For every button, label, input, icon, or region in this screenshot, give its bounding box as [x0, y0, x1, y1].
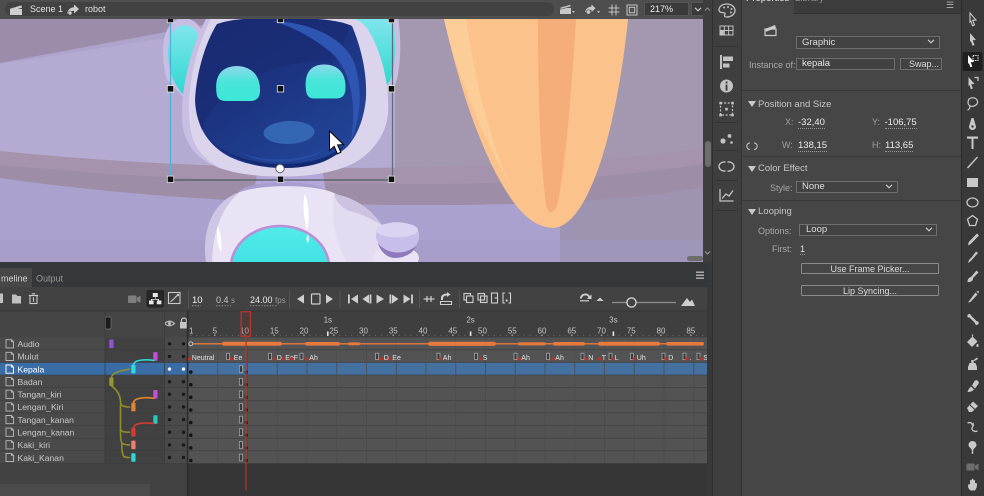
svg-text:1s: 1s: [324, 316, 332, 325]
svg-text:Lengan_Kiri: Lengan_Kiri: [18, 402, 64, 412]
svg-text:70: 70: [597, 327, 606, 336]
svg-text:15: 15: [270, 327, 279, 336]
svg-text:.: .: [689, 355, 691, 362]
svg-text:75: 75: [627, 327, 636, 336]
svg-text:D: D: [277, 355, 282, 362]
svg-text:3s: 3s: [609, 316, 617, 325]
svg-text:Ee: Ee: [234, 355, 243, 362]
svg-text:Ah: Ah: [309, 355, 318, 362]
svg-text:25: 25: [329, 327, 338, 336]
svg-text:55: 55: [508, 327, 517, 336]
svg-text:50: 50: [478, 327, 487, 336]
svg-text:Neutral: Neutral: [192, 355, 215, 362]
svg-text:45: 45: [448, 327, 457, 336]
svg-text:Ee: Ee: [392, 355, 401, 362]
svg-text:60: 60: [538, 327, 547, 336]
svg-text:S: S: [483, 355, 488, 362]
svg-text:0.4 s: 0.4 s: [216, 295, 235, 305]
svg-text:T: T: [602, 355, 607, 362]
svg-text:meline: meline: [1, 274, 28, 284]
svg-text:Ah: Ah: [555, 355, 564, 362]
svg-text:Ah: Ah: [521, 355, 530, 362]
svg-text:Tangan_kanan: Tangan_kanan: [18, 415, 75, 425]
svg-text:40: 40: [419, 327, 428, 336]
svg-text:80: 80: [657, 327, 666, 336]
svg-text:N: N: [588, 355, 593, 362]
svg-text:1: 1: [189, 327, 194, 336]
svg-text:Tangan_kiri: Tangan_kiri: [18, 390, 62, 400]
svg-text:Audio: Audio: [18, 339, 40, 349]
svg-text:Mulut: Mulut: [18, 352, 40, 362]
svg-text:10: 10: [192, 295, 203, 306]
svg-text:65: 65: [567, 327, 576, 336]
svg-text:Uh: Uh: [637, 355, 646, 362]
svg-text:Kaki_Kanan: Kaki_Kanan: [18, 453, 65, 463]
svg-text:F: F: [294, 355, 298, 362]
svg-text:L: L: [615, 355, 619, 362]
svg-text:Ah: Ah: [443, 355, 452, 362]
svg-text:Lengan_kanan: Lengan_kanan: [18, 428, 75, 438]
svg-text:35: 35: [389, 327, 398, 336]
svg-text:Badan: Badan: [18, 377, 43, 387]
svg-text:30: 30: [359, 327, 368, 336]
svg-text:85: 85: [686, 327, 695, 336]
svg-text:D: D: [668, 355, 673, 362]
svg-text:Kaki_kiri: Kaki_kiri: [18, 440, 51, 450]
svg-text:5: 5: [213, 327, 218, 336]
svg-text:Kepala: Kepala: [18, 364, 45, 374]
svg-text:24.00 fps: 24.00 fps: [250, 295, 286, 305]
svg-text:20: 20: [300, 327, 309, 336]
svg-text:D: D: [384, 355, 389, 362]
svg-text:2s: 2s: [466, 316, 474, 325]
svg-text:Output: Output: [36, 274, 64, 284]
